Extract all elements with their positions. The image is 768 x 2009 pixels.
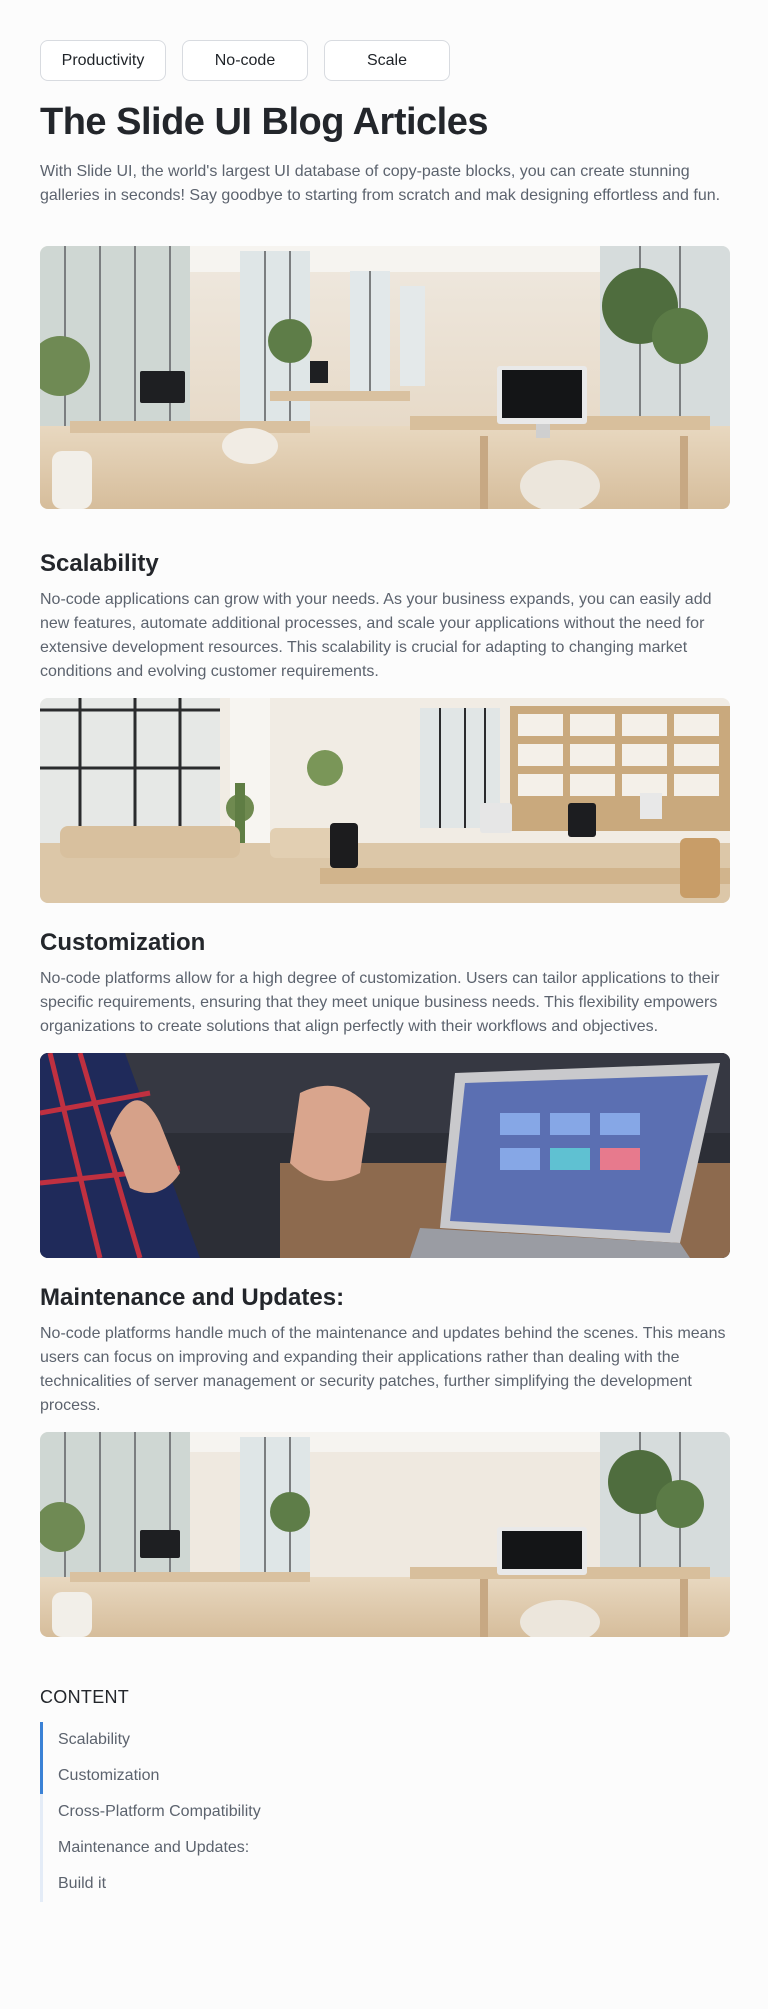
section-image [40, 1432, 730, 1637]
section-image [40, 698, 730, 903]
tag-no-code[interactable]: No-code [182, 40, 308, 81]
section-body: No-code platforms handle much of the mai… [40, 1325, 726, 1414]
intro-text: With Slide UI, the world's largest UI da… [40, 163, 721, 204]
tag-list: Productivity No-code Scale [40, 40, 728, 81]
toc-item-maintenance[interactable]: Maintenance and Updates: [58, 1830, 728, 1866]
article-section-customization: Customization No-code platforms allow fo… [40, 927, 730, 1258]
article-section-scalability: Scalability No-code applications can gro… [40, 548, 730, 903]
section-title: Maintenance and Updates: [40, 1284, 345, 1311]
section-title: Scalability [40, 550, 159, 577]
article-section-maintenance: Maintenance and Updates: No-code platfor… [40, 1282, 730, 1637]
section-title: Customization [40, 929, 206, 956]
blog-page: Productivity No-code Scale The Slide UI … [0, 0, 768, 1902]
toc-item-scalability[interactable]: Scalability [58, 1722, 728, 1758]
toc-heading: CONTENT [40, 1687, 130, 1707]
toc-list: Scalability Customization Cross-Platform… [40, 1722, 728, 1902]
toc-active-indicator [40, 1722, 43, 1794]
table-of-contents: CONTENT Scalability Customization Cross-… [40, 1687, 728, 1902]
section-image [40, 1053, 730, 1258]
toc-item-customization[interactable]: Customization [58, 1758, 728, 1794]
toc-item-build-it[interactable]: Build it [58, 1866, 728, 1902]
section-body: No-code platforms allow for a high degre… [40, 970, 720, 1035]
page-title: The Slide UI Blog Articles [40, 101, 489, 143]
section-body: No-code applications can grow with your … [40, 591, 712, 680]
toc-item-cross-platform[interactable]: Cross-Platform Compatibility [58, 1794, 728, 1830]
tag-scale[interactable]: Scale [324, 40, 450, 81]
tag-productivity[interactable]: Productivity [40, 40, 166, 81]
hero-image [40, 246, 730, 509]
